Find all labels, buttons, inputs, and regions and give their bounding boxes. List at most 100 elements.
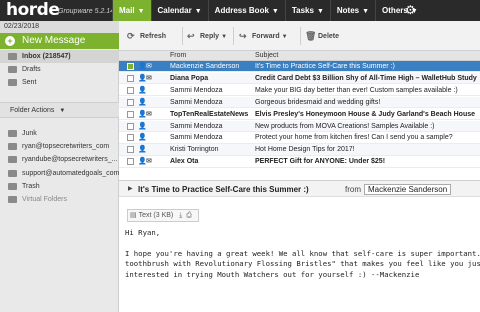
preview-from-name[interactable]: Mackenzie Sanderson (364, 184, 452, 195)
folder-icon (8, 169, 17, 177)
gear-icon[interactable]: ⚙ (405, 4, 416, 16)
row-checkbox[interactable] (127, 63, 134, 70)
trash-icon: 🗑 (305, 31, 317, 41)
message-subject: Credit Card Debt $3 Billion Shy of All-T… (255, 74, 477, 82)
reply-button[interactable]: ↩ Reply ▼ (187, 30, 227, 43)
message-subject: Hot Home Design Tips for 2017! (255, 146, 355, 154)
message-from: Kristi Torrington (170, 146, 219, 154)
reply-label: Reply (200, 33, 220, 40)
row-checkbox[interactable] (127, 98, 134, 106)
nav-item-notes[interactable]: Notes ▼ (329, 0, 375, 21)
folder-icon (8, 66, 17, 73)
current-date: 02/23/2018 (0, 21, 119, 33)
message-row[interactable]: 👤 Sammi Mendoza Make your BIG day better t… (119, 85, 480, 97)
row-checkbox[interactable] (127, 146, 134, 154)
from-column-header[interactable]: From (170, 52, 186, 59)
nav-item-label: Address Book (214, 6, 269, 15)
row-checkbox[interactable] (127, 134, 134, 142)
nav-item-tasks[interactable]: Tasks ▼ (284, 0, 330, 21)
chevron-down-icon: ▼ (271, 8, 279, 15)
sidebar-folder[interactable]: Sent (0, 76, 119, 89)
sidebar-folder-label: Sent (22, 79, 37, 86)
horde-logo[interactable]: horde Groupware 5.2.14 (6, 1, 116, 20)
chevron-down-icon: ▼ (221, 34, 228, 40)
message-row[interactable]: 👤 Kristi Torrington Hot Home Design Tips f… (119, 144, 480, 156)
attachment-chip[interactable]: ▤ Text (3 KB) ⤓ ⎙ (127, 209, 199, 222)
sidebar-folder[interactable]: Inbox (218547) (0, 50, 119, 63)
nav-item-others[interactable]: Others ▼ (375, 0, 424, 21)
folder-actions-button[interactable]: Folder Actions ▼ (0, 102, 119, 118)
main-nav: Mail ▼ Calendar ▼ Address Book ▼ Tasks ▼ Notes ▼ O… (112, 0, 424, 21)
message-from: Sammi Mendoza (170, 134, 223, 142)
message-list-header: From Subject (119, 51, 480, 61)
nav-item-mail[interactable]: Mail ▼ (112, 0, 151, 21)
sidebar-folder-label: support@automatedgoals_com (22, 169, 119, 177)
message-row[interactable]: 👤 Sammi Mendoza Protect your home from kit… (119, 132, 480, 144)
message-row[interactable]: 👤 Sammi Mendoza New products from MOVA Cre… (119, 120, 480, 132)
nav-item-label: Mail (119, 6, 135, 15)
nav-item-label: Notes (336, 6, 360, 15)
message-from: Sammi Mendoza (170, 122, 223, 130)
toolbar-divider (300, 27, 301, 45)
chevron-down-icon: ▼ (59, 108, 66, 114)
sidebar: 02/23/2018 + New Message Inbox (218547) D… (0, 21, 119, 312)
message-from: Alex Ota (170, 158, 199, 166)
sidebar-folder-label: Drafts (22, 66, 41, 73)
nav-item-label: Calendar (157, 6, 192, 15)
sidebar-folder[interactable]: Junk (0, 127, 119, 140)
sidebar-folder-label: Virtual Folders (22, 196, 68, 203)
print-icon[interactable]: ⎙ (186, 212, 192, 219)
message-subject: New products from MOVA Creations! Sample… (255, 122, 435, 130)
nav-item-calendar[interactable]: Calendar ▼ (150, 0, 208, 21)
sidebar-folder[interactable]: support@automatedgoals_com (0, 167, 119, 180)
folder-icon (8, 79, 17, 86)
sidebar-folder[interactable]: ryan@topsecretwriters_com (0, 140, 119, 153)
message-row[interactable]: 👤 ✉ Alex Ota PERFECT Gift for ANYONE: Under… (119, 156, 480, 168)
sidebar-folder-label: ryandube@topsecretwriters_... (22, 156, 118, 164)
sidebar-folder[interactable]: Virtual Folders (0, 193, 119, 206)
attachment-label: Text (3 KB) (138, 212, 174, 219)
sidebar-folder[interactable]: Drafts (0, 63, 119, 76)
message-from: Mackenzie Sanderson (170, 63, 240, 70)
nav-item-address-book[interactable]: Address Book ▼ (207, 0, 285, 21)
subject-column-header[interactable]: Subject (255, 52, 278, 59)
sidebar-folder[interactable]: ryandube@topsecretwriters_... (0, 153, 119, 166)
nav-item-label: Tasks (291, 6, 314, 15)
row-checkbox[interactable] (127, 110, 134, 118)
message-row[interactable]: 👤 ✉ Mackenzie Sanderson It's Time to Practi… (119, 61, 480, 73)
toolbar-divider (182, 27, 183, 45)
folder-actions-label: Folder Actions (10, 107, 55, 114)
plus-icon: + (5, 36, 15, 46)
sidebar-folder-label: Trash (22, 182, 40, 190)
row-checkbox[interactable] (127, 158, 134, 166)
expand-triangle-icon[interactable]: ▶ (128, 181, 133, 198)
download-icon[interactable]: ⤓ (179, 212, 182, 219)
nav-item-label: Others (382, 6, 408, 15)
sidebar-folder-label: Junk (22, 130, 37, 137)
refresh-button[interactable]: ⟳ Refresh (127, 30, 166, 43)
folder-icon (8, 156, 17, 164)
chevron-down-icon: ▼ (362, 8, 370, 15)
message-subject: PERFECT Gift for ANYONE: Under $25! (255, 158, 386, 166)
message-row[interactable]: 👤 ✉ TopTenRealEstateNews Elvis Presley's Ho… (119, 109, 480, 120)
row-checkbox[interactable] (127, 122, 134, 130)
chevron-down-icon: ▼ (137, 8, 145, 15)
row-checkbox[interactable] (127, 74, 134, 82)
message-subject: Gorgeous bridesmaid and wedding gifts! (255, 98, 381, 106)
preview-subject: It's Time to Practice Self-Care this Sum… (138, 185, 309, 194)
new-message-button[interactable]: + New Message (0, 33, 119, 49)
message-from: Sammi Mendoza (170, 86, 223, 94)
chevron-down-icon: ▼ (316, 8, 324, 15)
logo-text: horde (6, 0, 60, 20)
forward-button[interactable]: ↪ Forward ▼ (239, 30, 288, 43)
message-from: Diana Popa (170, 74, 209, 82)
message-subject: Make your BIG day better than ever! Cust… (255, 86, 458, 94)
message-subject: Protect your home from kitchen fires! Ca… (255, 134, 453, 142)
delete-button[interactable]: 🗑 Delete (305, 30, 339, 43)
message-from: Sammi Mendoza (170, 98, 223, 106)
sidebar-folder-label: ryan@topsecretwriters_com (22, 143, 110, 151)
row-checkbox[interactable] (127, 86, 134, 94)
message-row[interactable]: 👤 Sammi Mendoza Gorgeous bridesmaid and we… (119, 96, 480, 109)
message-row[interactable]: 👤 ✉ Diana Popa Credit Card Debt $3 Billion … (119, 72, 480, 85)
sidebar-folder[interactable]: Trash (0, 180, 119, 193)
